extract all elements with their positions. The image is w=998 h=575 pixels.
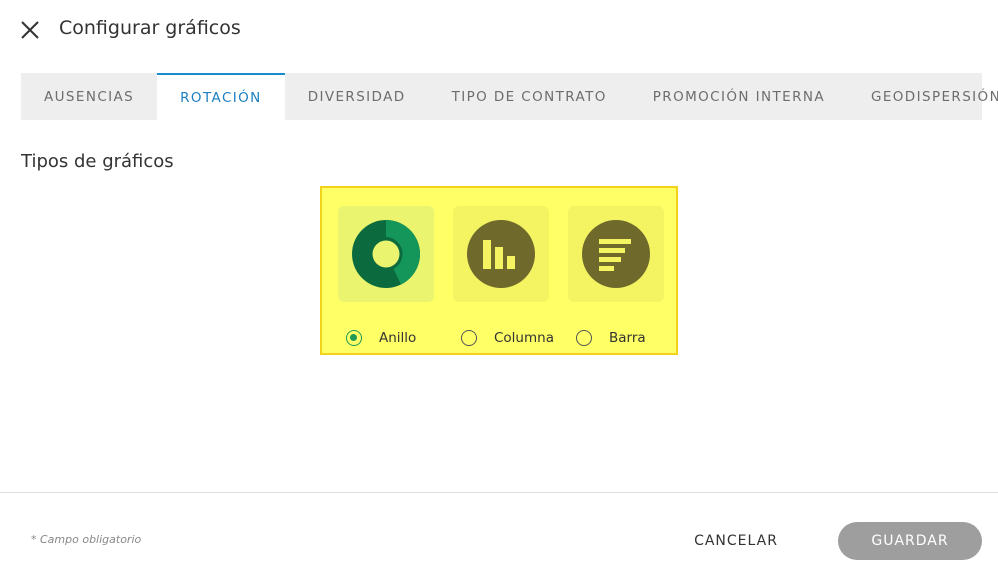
tab-bar: AUSENCIAS ROTACIÓN DIVERSIDAD TIPO DE CO… [21,73,998,120]
radio-columna[interactable] [461,330,477,346]
tab-promocion-interna[interactable]: PROMOCIÓN INTERNA [630,73,848,120]
chart-option-barra[interactable]: Barra [568,206,664,346]
radio-columna-row[interactable]: Columna [461,330,554,346]
radio-label-anillo: Anillo [379,330,417,346]
radio-barra[interactable] [576,330,592,346]
section-title: Tipos de gráficos [21,151,174,172]
radio-barra-row[interactable]: Barra [576,330,646,346]
chart-card-anillo[interactable] [338,206,434,302]
radio-label-barra: Barra [609,330,646,346]
required-field-note: * Campo obligatorio [31,533,142,546]
cancel-button[interactable]: CANCELAR [684,522,788,560]
donut-chart-icon [352,220,420,288]
close-icon [21,21,39,39]
tab-geodispersion[interactable]: GEODISPERSIÓN [848,73,998,120]
bar-chart-icon [582,220,650,288]
tab-diversidad[interactable]: DIVERSIDAD [285,73,429,120]
chart-card-barra[interactable] [568,206,664,302]
close-button[interactable] [19,19,41,41]
footer-divider [0,492,998,493]
dialog-header: Configurar gráficos [0,0,998,60]
dialog-title: Configurar gráficos [59,17,241,39]
radio-label-columna: Columna [494,330,554,346]
tab-ausencias[interactable]: AUSENCIAS [21,73,157,120]
radio-anillo-row[interactable]: Anillo [346,330,416,346]
chart-type-selector: Anillo Columna Barra [320,186,678,355]
tab-tipo-de-contrato[interactable]: TIPO DE CONTRATO [429,73,630,120]
radio-anillo[interactable] [346,330,362,346]
column-chart-icon [467,220,535,288]
save-button[interactable]: GUARDAR [838,522,982,560]
chart-card-columna[interactable] [453,206,549,302]
chart-option-anillo[interactable]: Anillo [338,206,434,346]
chart-option-columna[interactable]: Columna [453,206,554,346]
tab-rotacion[interactable]: ROTACIÓN [157,73,285,120]
